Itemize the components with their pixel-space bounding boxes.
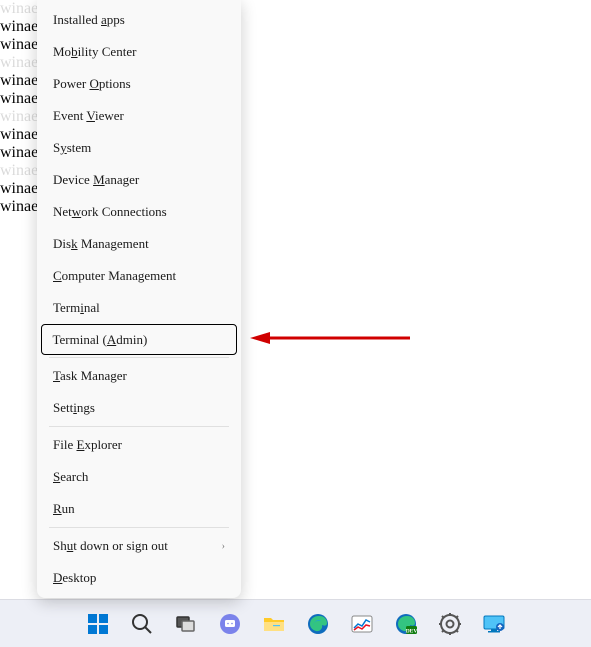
menu-item-search[interactable]: Search <box>41 461 237 493</box>
chevron-right-icon: › <box>222 541 225 552</box>
menu-item-label: Search <box>53 469 88 485</box>
arrow-annotation <box>250 330 410 350</box>
menu-item-terminal-admin[interactable]: Terminal (Admin) <box>41 324 237 355</box>
menu-item-label: File Explorer <box>53 437 122 453</box>
svg-text:DEV: DEV <box>405 628 417 634</box>
menu-item-installed-apps[interactable]: Installed apps <box>41 4 237 36</box>
monitor-icon <box>482 612 506 636</box>
menu-item-computer-management[interactable]: Computer Management <box>41 260 237 292</box>
start-button[interactable] <box>78 604 118 644</box>
menu-item-label: Shut down or sign out <box>53 538 168 554</box>
menu-item-device-manager[interactable]: Device Manager <box>41 164 237 196</box>
menu-item-terminal[interactable]: Terminal <box>41 292 237 324</box>
menu-item-system[interactable]: System <box>41 132 237 164</box>
menu-item-label: Terminal (Admin) <box>53 332 148 348</box>
windows-icon <box>86 612 110 636</box>
menu-item-label: System <box>53 140 91 156</box>
edge-dev-button[interactable]: DEV <box>386 604 426 644</box>
menu-item-label: Network Connections <box>53 204 167 220</box>
menu-item-label: Disk Management <box>53 236 149 252</box>
taskbar: DEV <box>0 599 591 647</box>
folder-icon <box>262 612 286 636</box>
edge-button[interactable] <box>298 604 338 644</box>
chat-icon <box>218 612 242 636</box>
menu-item-network-connections[interactable]: Network Connections <box>41 196 237 228</box>
chat-button[interactable] <box>210 604 250 644</box>
file-explorer-button[interactable] <box>254 604 294 644</box>
menu-separator <box>49 527 229 528</box>
menu-item-label: Device Manager <box>53 172 139 188</box>
gear-icon <box>438 612 462 636</box>
menu-item-label: Task Manager <box>53 368 127 384</box>
menu-item-file-explorer[interactable]: File Explorer <box>41 429 237 461</box>
menu-item-label: Power Options <box>53 76 131 92</box>
search-icon <box>130 612 154 636</box>
task-view-icon <box>174 612 198 636</box>
menu-item-disk-management[interactable]: Disk Management <box>41 228 237 260</box>
menu-separator <box>49 426 229 427</box>
menu-item-mobility-center[interactable]: Mobility Center <box>41 36 237 68</box>
menu-item-label: Installed apps <box>53 12 125 28</box>
menu-item-label: Run <box>53 501 75 517</box>
menu-item-label: Terminal <box>53 300 100 316</box>
winx-context-menu: Installed apps Mobility Center Power Optio… <box>37 0 241 598</box>
menu-item-task-manager[interactable]: Task Manager <box>41 360 237 392</box>
menu-item-label: Event Viewer <box>53 108 124 124</box>
menu-item-desktop[interactable]: Desktop <box>41 562 237 594</box>
menu-item-settings[interactable]: Settings <box>41 392 237 424</box>
performance-monitor-button[interactable] <box>342 604 382 644</box>
menu-item-label: Desktop <box>53 570 96 586</box>
menu-item-event-viewer[interactable]: Event Viewer <box>41 100 237 132</box>
menu-item-shut-down-or-sign-out[interactable]: Shut down or sign out › <box>41 530 237 562</box>
chart-icon <box>350 612 374 636</box>
settings-button[interactable] <box>430 604 470 644</box>
menu-item-run[interactable]: Run <box>41 493 237 525</box>
menu-item-label: Mobility Center <box>53 44 136 60</box>
task-view-button[interactable] <box>166 604 206 644</box>
quick-assist-button[interactable] <box>474 604 514 644</box>
search-button[interactable] <box>122 604 162 644</box>
menu-item-label: Computer Management <box>53 268 176 284</box>
edge-dev-icon: DEV <box>394 612 418 636</box>
menu-item-power-options[interactable]: Power Options <box>41 68 237 100</box>
edge-icon <box>306 612 330 636</box>
menu-separator <box>49 357 229 358</box>
menu-item-label: Settings <box>53 400 95 416</box>
